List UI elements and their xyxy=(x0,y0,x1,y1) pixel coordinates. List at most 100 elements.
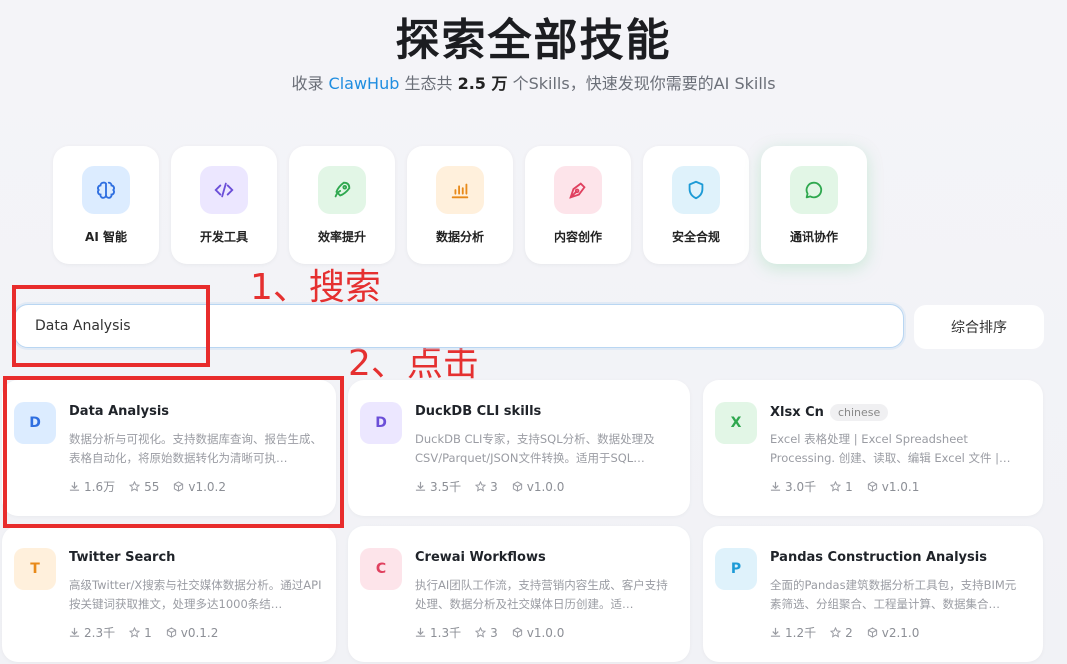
star-icon xyxy=(475,627,487,638)
category-label: 安全合规 xyxy=(671,230,720,244)
card-title-text: Xlsx Cn xyxy=(770,405,824,420)
sort-button[interactable]: 综合排序 xyxy=(914,305,1044,349)
card-title: DuckDB CLI skills xyxy=(415,404,542,419)
skill-card[interactable]: D DuckDB CLI skills DuckDB CLI专家，支持SQL分析… xyxy=(348,380,690,516)
download-count: 3.0千 xyxy=(785,480,817,494)
card-title: Crewai Workflows xyxy=(415,550,546,565)
card-title: Twitter Search xyxy=(69,550,176,565)
chat-icon xyxy=(790,166,838,214)
star-count: 2 xyxy=(845,625,853,640)
version-label: v0.1.2 xyxy=(180,625,219,640)
version-label: v2.1.0 xyxy=(881,625,920,640)
star-icon xyxy=(475,481,487,492)
version-stat: v1.0.0 xyxy=(512,624,565,641)
card-description: 高级Twitter/X搜索与社交媒体数据分析。通过API按关键词获取推文，处理多… xyxy=(69,578,322,611)
download-icon xyxy=(415,481,426,491)
star-count: 1 xyxy=(144,625,152,640)
category-ai[interactable]: AI 智能 xyxy=(53,146,159,264)
download-icon xyxy=(415,627,426,637)
card-title: Xlsx Cn chinese xyxy=(770,404,889,421)
card-stats: 3.0千 1 v1.0.1 xyxy=(770,478,919,495)
category-communication[interactable]: 通讯协作 xyxy=(761,146,867,264)
annotation-step-1: 1、搜索 xyxy=(250,267,381,308)
shield-icon xyxy=(672,166,720,214)
card-avatar: P xyxy=(715,548,757,590)
download-stat: 3.0千 xyxy=(770,478,816,495)
star-icon xyxy=(830,481,842,492)
download-count: 1.3千 xyxy=(430,626,462,640)
card-description: Excel 表格处理 | Excel Spreadsheet Processin… xyxy=(770,432,1011,465)
category-dev-tools[interactable]: 开发工具 xyxy=(171,146,277,264)
annotation-box-search xyxy=(12,285,210,367)
skill-card[interactable]: C Crewai Workflows 执行AI团队工作流，支持营销内容生成、客户… xyxy=(348,526,690,662)
star-count: 3 xyxy=(490,625,498,640)
star-stat: 3 xyxy=(475,624,498,641)
package-icon xyxy=(512,627,522,638)
category-content[interactable]: 内容创作 xyxy=(525,146,631,264)
card-description: 全面的Pandas建筑数据分析工具包，支持BIM元素筛选、分组聚合、工程量计算、… xyxy=(770,578,1017,611)
star-count: 1 xyxy=(845,479,853,494)
download-stat: 1.2千 xyxy=(770,624,816,641)
rocket-icon xyxy=(318,166,366,214)
card-avatar: C xyxy=(360,548,402,590)
version-label: v1.0.1 xyxy=(881,479,920,494)
star-count: 3 xyxy=(490,479,498,494)
category-label: 通讯协作 xyxy=(789,230,838,244)
version-stat: v2.1.0 xyxy=(867,624,920,641)
version-stat: v1.0.1 xyxy=(867,478,920,495)
category-security[interactable]: 安全合规 xyxy=(643,146,749,264)
category-bar: AI 智能 开发工具 效率提升 数据分析 内容创作 安全合规 通讯协作 xyxy=(53,146,867,264)
card-title: Pandas Construction Analysis xyxy=(770,550,987,565)
card-stats: 1.2千 2 v2.1.0 xyxy=(770,624,919,641)
package-icon xyxy=(867,481,877,492)
download-stat: 3.5千 xyxy=(415,478,461,495)
chart-icon xyxy=(436,166,484,214)
download-count: 3.5千 xyxy=(430,480,462,494)
page-subtitle: 收录 ClawHub 生态共 2.5 万 个Skills，快速发现你需要的AI … xyxy=(0,70,1067,94)
brain-icon xyxy=(82,166,130,214)
card-stats: 2.3千 1 v0.1.2 xyxy=(69,624,218,641)
skill-card[interactable]: X Xlsx Cn chinese Excel 表格处理 | Excel Spre… xyxy=(703,380,1043,516)
code-icon xyxy=(200,166,248,214)
annotation-box-card xyxy=(3,376,344,528)
download-count: 2.3千 xyxy=(84,626,116,640)
skill-card[interactable]: P Pandas Construction Analysis 全面的Pandas… xyxy=(703,526,1043,662)
skill-card[interactable]: T Twitter Search 高级Twitter/X搜索与社交媒体数据分析。… xyxy=(2,526,336,662)
brand-link[interactable]: ClawHub xyxy=(329,74,400,93)
subtitle-prefix: 收录 xyxy=(291,74,324,93)
card-avatar: T xyxy=(14,548,56,590)
category-label: 效率提升 xyxy=(317,230,366,244)
star-stat: 3 xyxy=(475,478,498,495)
page-title: 探索全部技能 xyxy=(395,15,672,66)
star-stat: 2 xyxy=(830,624,853,641)
download-stat: 2.3千 xyxy=(69,624,115,641)
card-avatar: X xyxy=(715,402,757,444)
category-label: 数据分析 xyxy=(435,230,484,244)
pen-icon xyxy=(554,166,602,214)
category-label: 内容创作 xyxy=(553,230,602,244)
download-stat: 1.3千 xyxy=(415,624,461,641)
version-stat: v1.0.0 xyxy=(512,478,565,495)
download-icon xyxy=(69,627,80,637)
card-stats: 1.3千 3 v1.0.0 xyxy=(415,624,564,641)
download-icon xyxy=(770,627,781,637)
card-description: 执行AI团队工作流，支持营销内容生成、客户支持处理、数据分析及社交媒体日历创建。… xyxy=(415,578,668,611)
skill-count: 2.5 万 xyxy=(457,74,508,93)
category-label: 开发工具 xyxy=(199,230,248,244)
package-icon xyxy=(512,481,522,492)
subtitle-mid: 生态共 xyxy=(404,74,453,93)
star-icon xyxy=(830,627,842,638)
category-efficiency[interactable]: 效率提升 xyxy=(289,146,395,264)
star-stat: 1 xyxy=(129,624,152,641)
category-data-analysis[interactable]: 数据分析 xyxy=(407,146,513,264)
package-icon xyxy=(867,627,877,638)
card-tag: chinese xyxy=(829,404,889,421)
subtitle-suffix: 个Skills，快速发现你需要的AI Skills xyxy=(512,74,776,93)
star-stat: 1 xyxy=(830,478,853,495)
package-icon xyxy=(166,627,176,638)
card-avatar: D xyxy=(360,402,402,444)
version-label: v1.0.0 xyxy=(526,625,565,640)
card-stats: 3.5千 3 v1.0.0 xyxy=(415,478,564,495)
version-label: v1.0.0 xyxy=(526,479,565,494)
card-description: DuckDB CLI专家，支持SQL分析、数据处理及CSV/Parquet/JS… xyxy=(415,432,655,465)
